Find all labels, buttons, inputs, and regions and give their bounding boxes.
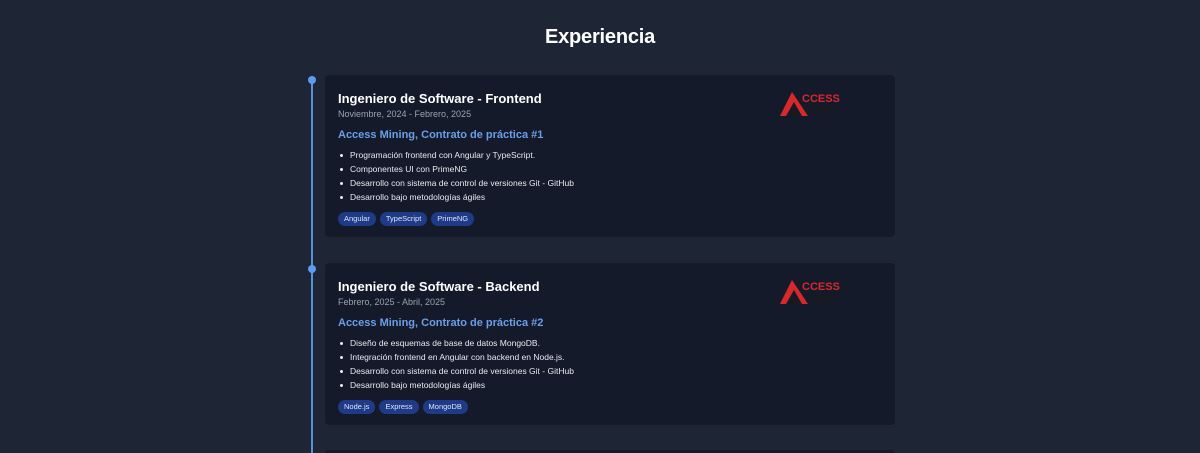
tech-tag: PrimeNG <box>431 212 475 226</box>
logo-text-top: CCESS <box>802 281 840 293</box>
experience-page: Experiencia Ingeniero de Software - Fron… <box>0 0 1200 453</box>
company-name: Access Mining, Contrato de práctica #1 <box>338 129 544 141</box>
duty-item: Programación frontend con Angular y Type… <box>338 148 882 162</box>
duties-list: Programación frontend con Angular y Type… <box>338 148 882 204</box>
duty-item: Integración frontend en Angular con back… <box>338 350 882 364</box>
access-mining-logo: CCESS INING <box>780 278 850 308</box>
access-mining-logo: CCESS INING <box>780 90 850 120</box>
timeline-dot <box>308 76 316 84</box>
timeline-dot <box>308 265 316 273</box>
logo-text-bottom: INING <box>810 105 838 116</box>
tech-tag: Node.js <box>338 400 376 414</box>
logo-text-top: CCESS <box>802 93 840 105</box>
tag-list: Angular TypeScript PrimeNG <box>338 212 882 226</box>
experience-card: Ingeniero de Software - Frontend Noviemb… <box>325 75 895 237</box>
duties-list: Diseño de esquemas de base de datos Mong… <box>338 336 882 392</box>
duty-item: Componentes UI con PrimeNG <box>338 162 882 176</box>
tech-tag: TypeScript <box>379 212 428 226</box>
duty-item: Desarrollo bajo metodologías ágiles <box>338 190 882 204</box>
experience-card: Ingeniero de Software - Backend Febrero,… <box>325 263 895 425</box>
tech-tag: MongoDB <box>422 400 468 414</box>
tech-tag: Angular <box>338 212 376 226</box>
tag-list: Node.js Express MongoDB <box>338 400 882 414</box>
duty-item: Desarrollo con sistema de control de ver… <box>338 176 882 190</box>
section-title: Experiencia <box>544 26 656 48</box>
tech-tag: Express <box>379 400 419 414</box>
duty-item: Desarrollo bajo metodologías ágiles <box>338 378 882 392</box>
company-name: Access Mining, Contrato de práctica #2 <box>338 317 544 329</box>
logo-text-bottom: INING <box>810 293 838 304</box>
duty-item: Diseño de esquemas de base de datos Mong… <box>338 336 882 350</box>
duty-item: Desarrollo con sistema de control de ver… <box>338 364 882 378</box>
